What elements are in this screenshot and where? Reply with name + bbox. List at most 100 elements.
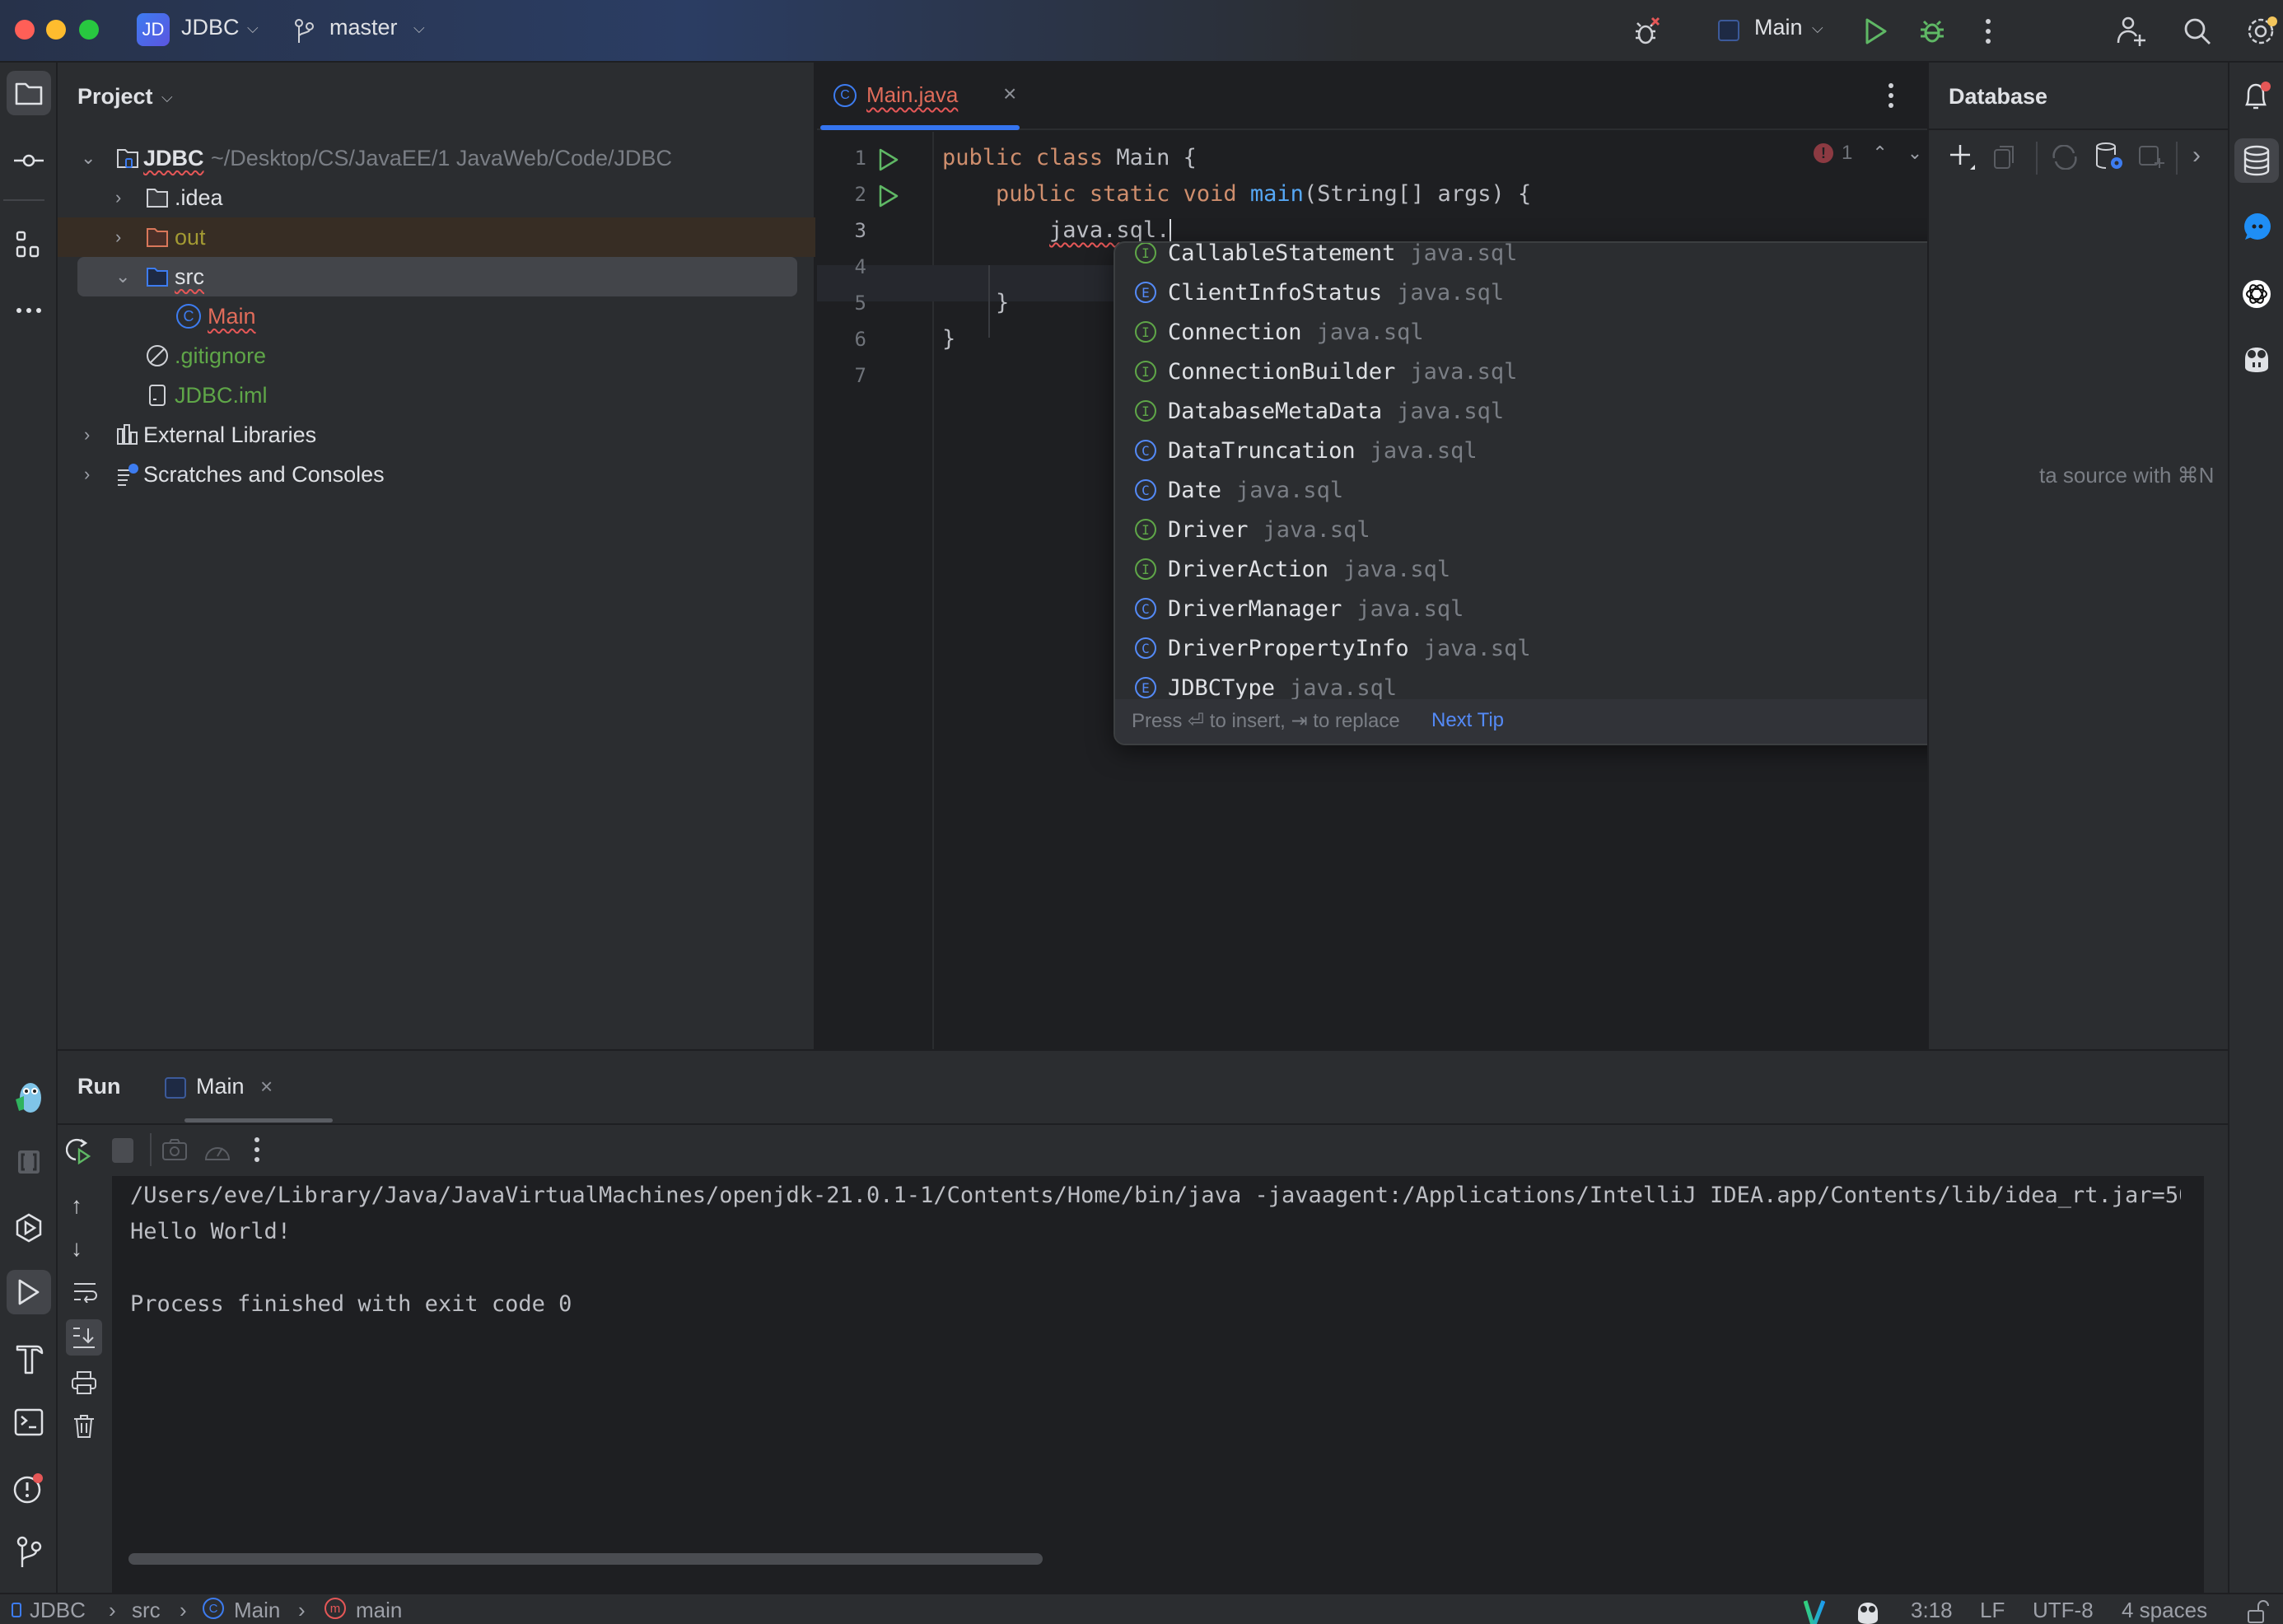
completion-item[interactable]: E ClientInfoStatus java.sql bbox=[1115, 273, 2021, 312]
more-tools-button[interactable] bbox=[7, 288, 51, 333]
completion-item[interactable]: C DriverPropertyInfo java.sql bbox=[1115, 628, 2021, 668]
tree-item-src[interactable]: ⌄ src bbox=[77, 257, 797, 296]
chevron-right-icon[interactable]: › bbox=[84, 464, 90, 485]
ai-assistant-button[interactable] bbox=[2234, 272, 2279, 316]
file-encoding[interactable]: UTF-8 bbox=[2033, 1598, 2094, 1623]
breadcrumb-src[interactable]: src bbox=[132, 1598, 161, 1623]
profiler-icon[interactable] bbox=[203, 1136, 232, 1164]
completion-item[interactable]: I ConnectionBuilder java.sql bbox=[1115, 352, 2021, 391]
chevron-right-icon[interactable]: › bbox=[115, 187, 121, 208]
maximize-window-button[interactable] bbox=[79, 20, 99, 40]
previous-error-icon[interactable]: ⌃ bbox=[1872, 142, 1887, 164]
soft-wrap-icon[interactable] bbox=[72, 1281, 97, 1303]
print-icon[interactable] bbox=[71, 1370, 97, 1395]
gutter-run-icon[interactable] bbox=[878, 148, 899, 171]
line-separator[interactable]: LF bbox=[1980, 1598, 2005, 1623]
stop-button[interactable] bbox=[112, 1138, 133, 1163]
completion-item[interactable]: C DriverManager java.sql bbox=[1115, 589, 2021, 628]
completion-item[interactable]: C Date java.sql bbox=[1115, 470, 2021, 510]
project-tool-button[interactable] bbox=[7, 71, 51, 115]
next-error-icon[interactable]: ⌄ bbox=[1907, 142, 1922, 164]
code-line[interactable]: public class Main { bbox=[942, 145, 1197, 170]
chat-tool-button[interactable] bbox=[2234, 206, 2279, 250]
breadcrumb-main-class[interactable]: Main bbox=[234, 1598, 280, 1623]
chevron-right-icon[interactable]: › bbox=[2192, 142, 2201, 170]
inspection-widget[interactable]: ! 1 ⌃ ⌄ bbox=[1814, 142, 1922, 165]
editor-more-icon[interactable] bbox=[1888, 82, 1894, 113]
notifications-button[interactable] bbox=[2234, 74, 2279, 119]
bracket-tool-button[interactable] bbox=[7, 1140, 51, 1184]
completion-item[interactable]: I CallableStatement java.sql bbox=[1115, 243, 2021, 273]
copy-icon[interactable] bbox=[1993, 145, 2016, 170]
build-tool-button[interactable] bbox=[7, 1336, 51, 1380]
scroll-up-icon[interactable]: ↑ bbox=[71, 1192, 82, 1219]
more-actions-icon[interactable] bbox=[1970, 13, 2006, 49]
copilot-status-icon[interactable] bbox=[1855, 1599, 1881, 1624]
tree-item-external-libraries[interactable]: › External Libraries bbox=[58, 415, 815, 455]
caret-position[interactable]: 3:18 bbox=[1911, 1598, 1953, 1623]
tree-item-jdbc[interactable]: ⌄ JDBC ~/Desktop/CS/JavaEE/1 JavaWeb/Cod… bbox=[58, 138, 815, 178]
clear-all-icon[interactable] bbox=[72, 1413, 96, 1440]
tree-item-main[interactable]: C Main bbox=[58, 296, 815, 336]
chevron-right-icon[interactable]: › bbox=[84, 424, 90, 446]
database-tool-button[interactable] bbox=[2234, 138, 2279, 183]
tree-item-out[interactable]: › out bbox=[58, 217, 815, 257]
rerun-icon[interactable] bbox=[66, 1136, 94, 1164]
git-tool-button[interactable] bbox=[7, 1530, 51, 1575]
refresh-icon[interactable] bbox=[2051, 145, 2079, 170]
copilot-button[interactable] bbox=[2234, 336, 2279, 380]
run-tab-close-icon[interactable]: × bbox=[260, 1074, 273, 1099]
jump-to-console-icon[interactable] bbox=[2138, 145, 2166, 171]
scroll-down-icon[interactable]: ↓ bbox=[71, 1235, 82, 1262]
indent-setting[interactable]: 4 spaces bbox=[2122, 1598, 2207, 1623]
breadcrumb-main-method[interactable]: main bbox=[356, 1598, 402, 1623]
settings-gear-icon[interactable] bbox=[2242, 13, 2283, 49]
tree-item-idea[interactable]: › .idea bbox=[58, 178, 815, 217]
debug-button[interactable] bbox=[1914, 13, 1950, 49]
chevron-down-icon[interactable]: ⌄ bbox=[81, 147, 96, 169]
run-more-icon[interactable] bbox=[254, 1136, 260, 1163]
code-line[interactable]: } bbox=[942, 326, 955, 352]
next-tip-link[interactable]: Next Tip bbox=[1431, 709, 1504, 732]
run-tab-main[interactable]: Main × bbox=[165, 1064, 296, 1110]
code-line[interactable]: java.sql. bbox=[942, 217, 1172, 244]
lock-open-icon[interactable] bbox=[2247, 1599, 2270, 1624]
run-tool-button[interactable] bbox=[7, 1270, 51, 1314]
chevron-down-icon[interactable]: ⌵ bbox=[161, 89, 173, 106]
services-tool-button[interactable] bbox=[7, 1206, 51, 1250]
tree-item-scratches[interactable]: › Scratches and Consoles bbox=[58, 455, 815, 494]
tree-item-jdbc-iml[interactable]: JDBC.iml bbox=[58, 376, 815, 415]
dump-threads-icon[interactable] bbox=[161, 1136, 188, 1163]
completion-item[interactable]: C DataTruncation java.sql bbox=[1115, 431, 2021, 470]
completion-item[interactable]: I DriverAction java.sql bbox=[1115, 549, 2021, 589]
console-horizontal-scrollbar[interactable] bbox=[128, 1553, 1043, 1565]
console-output[interactable]: /Users/eve/Library/Java/JavaVirtualMachi… bbox=[112, 1176, 2204, 1593]
structure-tool-button[interactable] bbox=[7, 222, 51, 267]
tab-close-icon[interactable]: × bbox=[1003, 81, 1016, 107]
tree-item-gitignore[interactable]: .gitignore bbox=[58, 336, 815, 376]
run-button[interactable] bbox=[1858, 13, 1894, 49]
completion-item[interactable]: I DatabaseMetaData java.sql bbox=[1115, 391, 2021, 431]
search-icon[interactable] bbox=[2179, 13, 2215, 49]
plugin-v-icon[interactable] bbox=[1804, 1599, 1825, 1624]
scroll-to-end-button[interactable] bbox=[66, 1319, 102, 1356]
problems-tool-button[interactable] bbox=[7, 1466, 51, 1510]
completion-item[interactable]: I Connection java.sql bbox=[1115, 312, 2021, 352]
add-datasource-icon[interactable] bbox=[1949, 143, 1977, 171]
chevron-down-icon[interactable]: ⌄ bbox=[115, 266, 130, 287]
project-panel-title[interactable]: Project bbox=[77, 84, 153, 110]
close-window-button[interactable] bbox=[15, 20, 35, 40]
code-line[interactable]: public static void main(String[] args) { bbox=[942, 181, 1531, 207]
tab-main-java[interactable]: C Main.java × bbox=[833, 63, 1031, 130]
add-user-icon[interactable] bbox=[2113, 13, 2150, 49]
datasource-properties-icon[interactable] bbox=[2095, 142, 2123, 171]
minimize-window-button[interactable] bbox=[46, 20, 66, 40]
breadcrumb-jdbc[interactable]: JDBC bbox=[30, 1598, 86, 1623]
gopher-plugin-button[interactable] bbox=[7, 1076, 51, 1120]
code-line[interactable]: } bbox=[942, 290, 1009, 315]
commit-tool-button[interactable] bbox=[7, 138, 51, 183]
completion-item[interactable]: I Driver java.sql bbox=[1115, 510, 2021, 549]
chevron-right-icon[interactable]: › bbox=[115, 226, 121, 248]
gutter-run-icon[interactable] bbox=[878, 184, 899, 208]
debugger-disabled-icon[interactable] bbox=[1629, 13, 1665, 49]
